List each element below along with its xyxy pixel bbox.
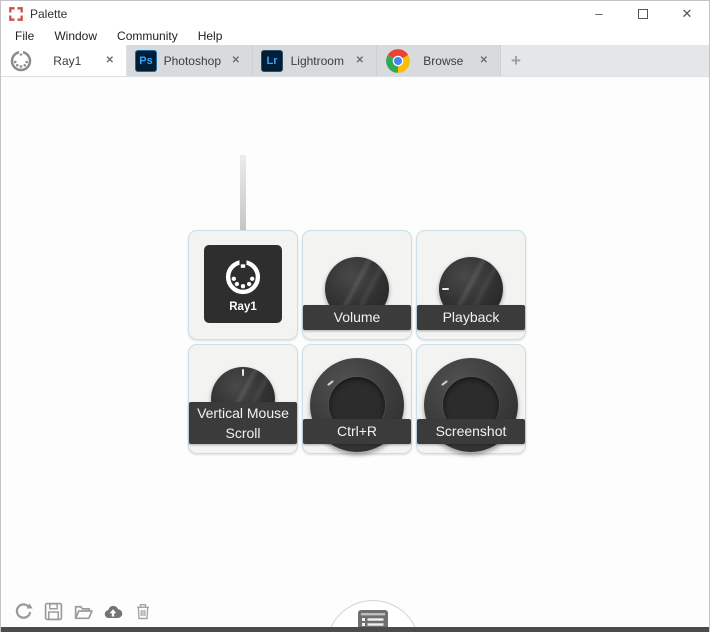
- lightroom-icon: Lr: [261, 49, 283, 72]
- save-button[interactable]: [43, 601, 63, 621]
- photoshop-icon: Ps: [135, 49, 157, 72]
- module-playback[interactable]: Playback: [416, 230, 526, 340]
- module-label[interactable]: Playback: [417, 305, 525, 330]
- core-module-face: Ray1: [204, 245, 282, 323]
- trash-icon: [137, 603, 149, 619]
- refresh-button[interactable]: [13, 601, 33, 621]
- midi-din-icon: [225, 259, 261, 294]
- module-label[interactable]: Screenshot: [417, 419, 525, 444]
- minimize-button[interactable]: –: [577, 1, 621, 26]
- refresh-icon: [15, 602, 33, 619]
- tab-ray1[interactable]: Ray1 ✕: [1, 45, 127, 76]
- tab-bar: Ray1 ✕ Ps Photoshop ✕ Lr Lightroom ✕ Bro…: [1, 45, 709, 77]
- maximize-button[interactable]: [621, 1, 665, 26]
- bottom-border-bar: [1, 627, 709, 632]
- module-core-ray1[interactable]: Ray1: [188, 230, 298, 340]
- module-screenshot[interactable]: Screenshot: [416, 344, 526, 454]
- menu-help[interactable]: Help: [188, 29, 233, 43]
- tab-photoshop-label: Photoshop: [163, 53, 221, 68]
- tab-photoshop[interactable]: Ps Photoshop ✕: [127, 45, 253, 76]
- module-label[interactable]: Volume: [303, 305, 411, 330]
- cloud-upload-button[interactable]: [103, 601, 123, 621]
- module-volume[interactable]: Volume: [302, 230, 412, 340]
- module-label[interactable]: Ctrl+R: [303, 419, 411, 444]
- add-tab-button[interactable]: +: [501, 45, 531, 76]
- chrome-icon: [386, 48, 410, 73]
- dial-highlight: [327, 380, 334, 386]
- open-folder-icon: [74, 605, 93, 619]
- save-icon: [44, 602, 62, 620]
- workspace-canvas: Ray1 Volume Playback Vertical Mouse Scro…: [1, 77, 709, 632]
- core-module-label: Ray1: [229, 300, 257, 313]
- menu-community[interactable]: Community: [107, 29, 188, 43]
- usb-cable: [240, 155, 246, 231]
- menu-file[interactable]: File: [5, 29, 44, 43]
- tab-browse-close-icon[interactable]: ✕: [476, 53, 492, 68]
- palette-app-window: Palette – ✕ File Window Community Help R…: [0, 0, 710, 632]
- title-bar: Palette – ✕: [1, 1, 709, 26]
- menu-window[interactable]: Window: [44, 29, 107, 43]
- delete-button[interactable]: [133, 601, 153, 621]
- bottom-toolbar: [13, 601, 153, 621]
- midi-din-icon: [10, 50, 32, 71]
- knob-indicator: [241, 369, 245, 376]
- tab-lightroom[interactable]: Lr Lightroom ✕: [253, 45, 377, 76]
- knob-indicator: [442, 287, 449, 291]
- cloud-upload-icon: [104, 605, 123, 618]
- open-file-button[interactable]: [73, 601, 93, 621]
- tab-lightroom-label: Lightroom: [290, 53, 344, 68]
- palette-logo-icon: [9, 6, 23, 21]
- close-button[interactable]: ✕: [665, 1, 709, 26]
- window-title: Palette: [30, 6, 68, 21]
- module-label[interactable]: Vertical Mouse Scroll: [189, 402, 297, 444]
- tab-browse[interactable]: Browse ✕: [377, 45, 501, 76]
- tab-browse-label: Browse: [423, 53, 464, 68]
- maximize-icon: [638, 8, 648, 19]
- module-vertical-mouse-scroll[interactable]: Vertical Mouse Scroll: [188, 344, 298, 454]
- module-ctrl-r[interactable]: Ctrl+R: [302, 344, 412, 454]
- tab-ray1-close-icon[interactable]: ✕: [102, 53, 118, 68]
- tab-ray1-label: Ray1: [53, 53, 82, 68]
- window-controls: – ✕: [577, 1, 709, 26]
- tab-lightroom-close-icon[interactable]: ✕: [352, 53, 368, 68]
- menu-bar: File Window Community Help: [1, 26, 709, 45]
- dial-highlight: [441, 380, 448, 386]
- tab-photoshop-close-icon[interactable]: ✕: [228, 53, 244, 68]
- tabbar-filler: [531, 45, 709, 76]
